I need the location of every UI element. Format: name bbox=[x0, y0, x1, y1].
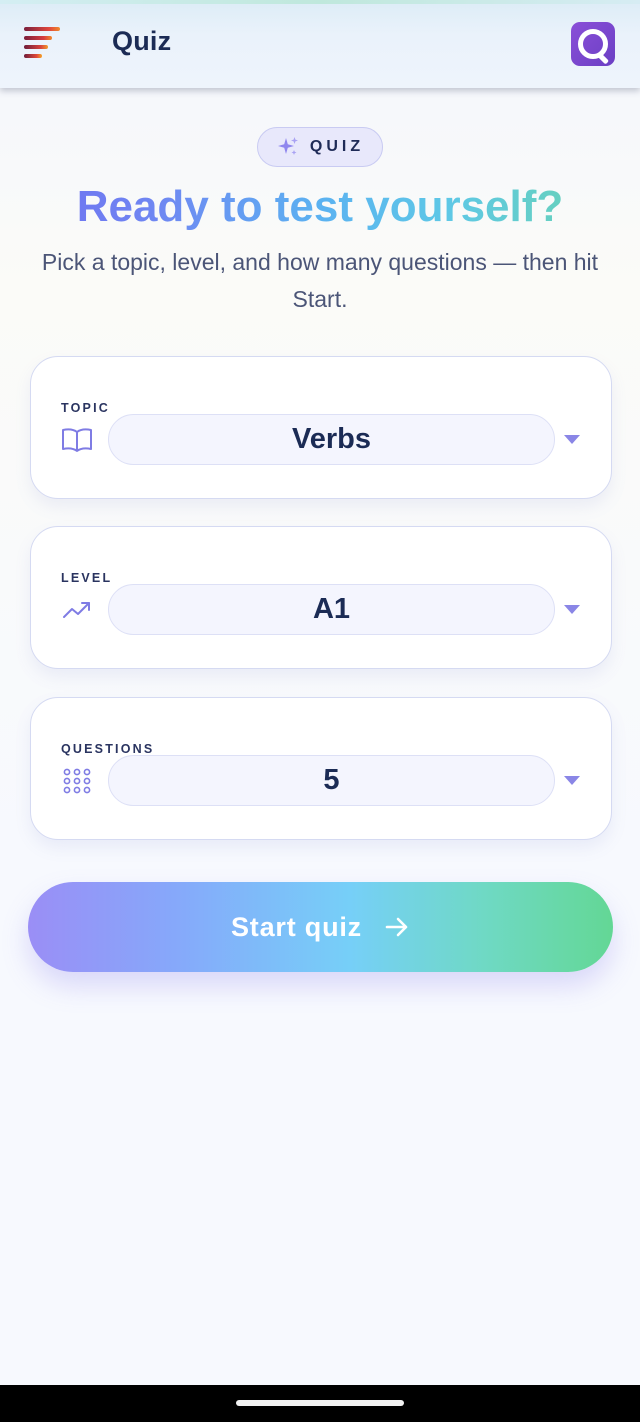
start-quiz-button[interactable]: Start quiz bbox=[28, 882, 613, 972]
menu-line bbox=[24, 27, 60, 31]
chevron-down-icon[interactable] bbox=[564, 435, 580, 444]
menu-line bbox=[24, 36, 52, 40]
header-accent-line bbox=[0, 0, 640, 4]
level-value: A1 bbox=[312, 593, 351, 625]
chevron-down-icon[interactable] bbox=[564, 605, 580, 614]
home-indicator[interactable] bbox=[236, 1400, 404, 1406]
dots-grid-icon bbox=[63, 768, 91, 794]
menu-line bbox=[24, 45, 48, 49]
system-navigation-bar bbox=[0, 1385, 640, 1422]
trending-up-icon bbox=[63, 602, 90, 618]
quiz-badge: QUIZ bbox=[257, 127, 383, 167]
quiz-badge-label: QUIZ bbox=[309, 138, 365, 155]
page-title: Quiz bbox=[112, 26, 172, 56]
hero-title: Ready to test yourself? bbox=[0, 178, 640, 236]
questions-value: 5 bbox=[323, 764, 340, 796]
topic-value: Verbs bbox=[292, 423, 371, 455]
hamburger-menu-icon[interactable] bbox=[22, 24, 64, 64]
menu-line bbox=[24, 54, 42, 58]
questions-select[interactable]: 5 bbox=[108, 755, 555, 806]
topic-card: TOPIC Verbs bbox=[30, 356, 612, 499]
level-label: LEVEL bbox=[61, 571, 113, 585]
level-select[interactable]: A1 bbox=[108, 584, 555, 635]
sparkles-icon bbox=[277, 137, 298, 155]
hero-subtitle: Pick a topic, level, and how many questi… bbox=[41, 249, 599, 312]
logo-ring bbox=[578, 29, 610, 65]
topic-label: TOPIC bbox=[61, 401, 110, 415]
quiz-q-logo-icon[interactable] bbox=[571, 22, 615, 66]
questions-card: QUESTIONS 5 bbox=[30, 697, 612, 840]
arrow-right-icon bbox=[385, 917, 408, 937]
questions-label: QUESTIONS bbox=[61, 742, 155, 756]
logo-tail bbox=[596, 52, 610, 65]
book-open-icon bbox=[62, 428, 92, 452]
app-header: Quiz bbox=[0, 0, 640, 88]
chevron-down-icon[interactable] bbox=[564, 776, 580, 785]
topic-select[interactable]: Verbs bbox=[108, 414, 555, 465]
level-card: LEVEL A1 bbox=[30, 526, 612, 669]
start-quiz-label: Start quiz bbox=[230, 911, 362, 942]
